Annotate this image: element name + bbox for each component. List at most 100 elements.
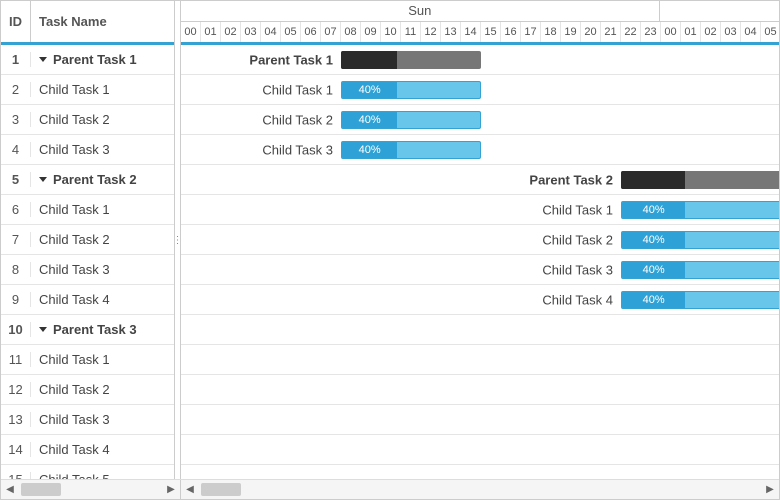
- parent-task-bar[interactable]: [341, 51, 481, 69]
- grid-row[interactable]: 2Child Task 1: [1, 75, 174, 105]
- row-id: 11: [1, 352, 31, 367]
- row-id: 14: [1, 442, 31, 457]
- expand-icon[interactable]: [39, 57, 47, 62]
- grid-row[interactable]: 11Child Task 1: [1, 345, 174, 375]
- progress-fill: [621, 171, 685, 189]
- hour-cell: 15: [481, 22, 501, 42]
- row-name-text: Parent Task 2: [53, 172, 137, 187]
- header-id[interactable]: ID: [1, 1, 31, 42]
- hour-cell: 19: [561, 22, 581, 42]
- grid-row[interactable]: 3Child Task 2: [1, 105, 174, 135]
- row-name: Child Task 2: [31, 112, 174, 127]
- hour-cell: 01: [201, 22, 221, 42]
- child-task-bar[interactable]: 40%: [621, 231, 779, 249]
- row-name-text: Child Task 4: [39, 292, 110, 307]
- hour-cell: 08: [341, 22, 361, 42]
- child-task-bar[interactable]: 40%: [341, 81, 481, 99]
- timeline-row: [181, 375, 779, 405]
- row-name: Child Task 2: [31, 232, 174, 247]
- grid-row[interactable]: 12 Child Task 2: [1, 375, 174, 405]
- grid-row[interactable]: 10Parent Task 3: [1, 315, 174, 345]
- grid-row[interactable]: 6Child Task 1: [1, 195, 174, 225]
- scroll-right-icon[interactable]: ▶: [162, 480, 180, 499]
- timeline-row: Child Task 140%: [181, 75, 779, 105]
- progress-fill: [341, 51, 397, 69]
- row-name-text: Child Task 2: [39, 382, 110, 397]
- scroll-thumb[interactable]: [201, 483, 241, 496]
- scroll-track[interactable]: [199, 480, 761, 499]
- hour-cell: 06: [301, 22, 321, 42]
- grid-header: ID Task Name: [1, 1, 174, 45]
- row-name: Child Task 3: [31, 142, 174, 157]
- child-task-bar[interactable]: 40%: [621, 201, 779, 219]
- grid-row[interactable]: 7Child Task 2: [1, 225, 174, 255]
- timeline-row: Child Task 240%: [181, 225, 779, 255]
- bar-label: Child Task 1: [181, 202, 621, 217]
- scroll-left-icon[interactable]: ◀: [1, 480, 19, 499]
- child-task-bar[interactable]: 40%: [341, 141, 481, 159]
- row-id: 7: [1, 232, 31, 247]
- row-id: 13: [1, 412, 31, 427]
- timeline-row: Parent Task 1: [181, 45, 779, 75]
- row-name: Parent Task 3: [31, 322, 174, 337]
- grid-row[interactable]: 9Child Task 4: [1, 285, 174, 315]
- row-name-text: Child Task 2: [39, 112, 110, 127]
- hour-cell: 04: [741, 22, 761, 42]
- bar-label: Child Task 3: [181, 142, 341, 157]
- hour-cell: 23: [641, 22, 661, 42]
- progress-fill: 40%: [342, 82, 397, 98]
- expand-icon[interactable]: [39, 177, 47, 182]
- row-name: Child Task 1: [31, 352, 174, 367]
- progress-fill: 40%: [342, 142, 397, 158]
- bar-label: Child Task 1: [181, 82, 341, 97]
- timeline-hscroll[interactable]: ◀ ▶: [181, 480, 779, 499]
- timeline-header: Sun 000102030405060708091011121314151617…: [181, 1, 779, 45]
- expand-icon[interactable]: [39, 327, 47, 332]
- grid-row[interactable]: 1Parent Task 1: [1, 45, 174, 75]
- hour-cell: 07: [321, 22, 341, 42]
- bar-label: Child Task 2: [181, 112, 341, 127]
- child-task-bar[interactable]: 40%: [621, 261, 779, 279]
- row-name-text: Child Task 4: [39, 442, 110, 457]
- grid-hscroll[interactable]: ◀ ▶: [1, 480, 181, 499]
- hour-cell: 00: [661, 22, 681, 42]
- bar-label: Child Task 4: [181, 292, 621, 307]
- grid-row[interactable]: 15Child Task 5: [1, 465, 174, 479]
- scroll-track[interactable]: [19, 480, 162, 499]
- row-name-text: Parent Task 1: [53, 52, 137, 67]
- scroll-left-icon[interactable]: ◀: [181, 480, 199, 499]
- row-name: Child Task 2: [31, 382, 174, 397]
- bar-label: Parent Task 1: [181, 52, 341, 67]
- hour-cell: 20: [581, 22, 601, 42]
- hour-cell: 02: [701, 22, 721, 42]
- row-id: 5: [1, 172, 31, 187]
- row-id: 12: [1, 382, 31, 397]
- row-name-text: Child Task 3: [39, 142, 110, 157]
- grid-row[interactable]: 4Child Task 3: [1, 135, 174, 165]
- timeline-row: [181, 465, 779, 479]
- grid-row[interactable]: 14 Child Task 4: [1, 435, 174, 465]
- progress-fill: 40%: [622, 262, 685, 278]
- child-task-bar[interactable]: 40%: [341, 111, 481, 129]
- row-name: Child Task 3: [31, 412, 174, 427]
- row-id: 10: [1, 322, 31, 337]
- scroll-thumb[interactable]: [21, 483, 61, 496]
- scroll-right-icon[interactable]: ▶: [761, 480, 779, 499]
- grid-row[interactable]: 5 Parent Task 2: [1, 165, 174, 195]
- progress-fill: 40%: [622, 202, 685, 218]
- row-id: 15: [1, 472, 31, 479]
- parent-task-bar[interactable]: [621, 171, 779, 189]
- hour-cell: 21: [601, 22, 621, 42]
- grid-row[interactable]: 8Child Task 3: [1, 255, 174, 285]
- child-task-bar[interactable]: 40%: [621, 291, 779, 309]
- row-id: 8: [1, 262, 31, 277]
- timeline-row: [181, 315, 779, 345]
- hour-cell: 09: [361, 22, 381, 42]
- header-task-name[interactable]: Task Name: [31, 1, 174, 42]
- hour-cell: 04: [261, 22, 281, 42]
- grid-row[interactable]: 13 Child Task 3: [1, 405, 174, 435]
- timeline-row: [181, 435, 779, 465]
- hour-cell: 18: [541, 22, 561, 42]
- gantt-container: ID Task Name 1Parent Task 12Child Task 1…: [1, 1, 779, 479]
- row-name-text: Child Task 3: [39, 412, 110, 427]
